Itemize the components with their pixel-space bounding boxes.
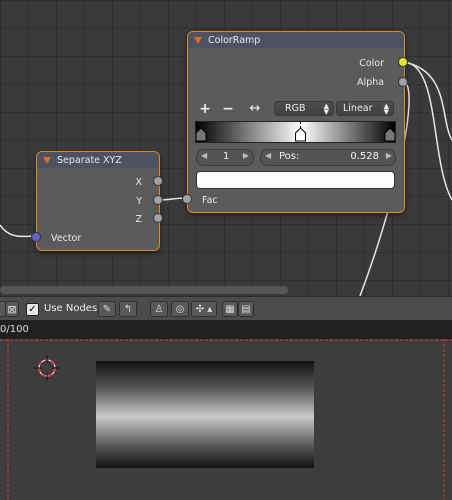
updown-arrows-icon: ▲ ▼	[323, 101, 329, 116]
pos-value: 0.528	[350, 151, 379, 162]
separate-xyz-title: Separate XYZ	[57, 154, 122, 166]
separate-xyz-header[interactable]: Separate XYZ	[37, 152, 159, 168]
interpolation-dropdown[interactable]: Linear ▲ ▼	[336, 101, 394, 116]
pos-label: Pos:	[279, 151, 300, 162]
decrement-arrow-icon[interactable]: ◀	[201, 151, 207, 160]
vector-input-socket[interactable]	[31, 232, 41, 242]
backdrop-viewer[interactable]	[0, 339, 452, 500]
add-stop-button[interactable]: +	[196, 101, 214, 117]
output-color-label: Color	[359, 58, 384, 69]
increment-arrow-icon[interactable]: ▶	[243, 151, 249, 160]
node-editor[interactable]: ColorRamp Color Alpha + − ↔ RGB ▲ ▼ Linea…	[0, 0, 452, 296]
input-fac-label: Fac	[202, 195, 218, 206]
colorramp-title: ColorRamp	[208, 34, 261, 46]
paste-nodes-icon[interactable]: ▤	[238, 301, 254, 317]
output-y-label: Y	[136, 196, 142, 207]
colorramp-node[interactable]: ColorRamp Color Alpha + − ↔ RGB ▲ ▼ Linea…	[187, 31, 405, 213]
x-output-socket[interactable]	[153, 176, 163, 186]
color-mode-value: RGB	[285, 103, 306, 114]
remove-stop-button[interactable]: −	[219, 101, 237, 117]
use-nodes-label: Use Nodes	[44, 303, 98, 314]
parent-node-icon[interactable]: ↰	[119, 301, 137, 317]
ramp-stop-left	[196, 127, 207, 142]
z-output-socket[interactable]	[153, 213, 163, 223]
node-editor-header: ⊠ ✓ Use Nodes ✎ ↰ ♙ ◎ ✣ ▴ ▦ ▤	[0, 296, 452, 322]
separate-xyz-node[interactable]: Separate XYZ X Y Z Vector	[36, 151, 160, 251]
color-swatch[interactable]	[196, 171, 395, 189]
output-alpha-label: Alpha	[356, 77, 384, 88]
interpolation-value: Linear	[343, 103, 373, 114]
color-ramp-bar[interactable]	[195, 121, 396, 143]
use-nodes-checkbox[interactable]: ✓	[26, 303, 39, 316]
alpha-output-socket[interactable]	[398, 77, 408, 87]
copy-nodes-icon[interactable]: ▦	[222, 301, 238, 317]
collapse-triangle-icon[interactable]	[194, 36, 202, 44]
3d-cursor-icon[interactable]	[32, 353, 62, 383]
ramp-handles	[196, 122, 395, 142]
stop-index-value: 1	[223, 151, 230, 162]
color-mode-dropdown[interactable]: RGB ▲ ▼	[274, 101, 334, 116]
input-vector-label: Vector	[51, 233, 82, 244]
color-output-socket[interactable]	[398, 57, 408, 67]
y-output-socket[interactable]	[153, 195, 163, 205]
snap-icon[interactable]: ✣ ▴	[191, 301, 217, 317]
render-preview-image	[96, 361, 314, 468]
pin-icon[interactable]: ✎	[98, 301, 116, 317]
colorramp-header[interactable]: ColorRamp	[188, 32, 404, 48]
increment-arrow-icon[interactable]: ▶	[386, 151, 392, 160]
output-x-label: X	[135, 177, 142, 188]
fac-input-socket[interactable]	[182, 194, 192, 204]
updown-arrows-icon: ▲ ▼	[383, 101, 389, 116]
backdrop-icon[interactable]: ♙	[150, 301, 168, 317]
ramp-stop-active	[295, 122, 307, 142]
stop-position-field[interactable]: ◀ Pos: 0.528 ▶	[260, 149, 396, 166]
checkmark-icon: ✓	[28, 304, 37, 315]
flip-ramp-button[interactable]: ↔	[244, 101, 266, 116]
decrement-arrow-icon[interactable]: ◀	[265, 151, 271, 160]
progress-status: 0/100	[0, 320, 452, 339]
horizontal-scrollbar[interactable]	[0, 286, 288, 294]
collapse-triangle-icon[interactable]	[43, 156, 51, 164]
close-icon[interactable]: ⊠	[5, 301, 19, 317]
output-z-label: Z	[135, 214, 142, 225]
stop-index-field[interactable]: ◀ 1 ▶	[196, 149, 254, 166]
progress-text: 0/100	[0, 324, 29, 335]
auto-render-icon[interactable]: ◎	[171, 301, 189, 317]
